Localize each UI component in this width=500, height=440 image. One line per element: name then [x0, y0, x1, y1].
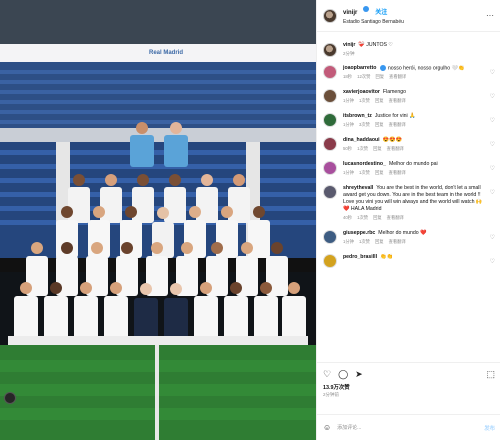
avatar[interactable]	[323, 89, 337, 104]
comment-likes[interactable]: 12次赞	[357, 74, 370, 79]
see-translation-button[interactable]: 查看翻译	[389, 170, 406, 175]
comment-username[interactable]: xavierjoaovitor	[343, 89, 380, 95]
comment-time: 1分钟	[343, 122, 354, 128]
avatar[interactable]	[323, 113, 337, 128]
comment-like-icon[interactable]: ♡	[490, 93, 495, 100]
comment-time: 1分钟	[343, 98, 354, 104]
comment-item: shreythevall You are the best in the worl…	[323, 185, 495, 221]
avatar[interactable]	[323, 8, 337, 23]
comment-like-icon[interactable]: ♡	[490, 141, 495, 148]
share-icon[interactable]: ➤	[355, 369, 363, 380]
avatar[interactable]	[323, 43, 337, 57]
comment-username[interactable]: pedro_brasilll	[343, 254, 377, 260]
avatar[interactable]	[323, 65, 337, 79]
comment-like-icon[interactable]: ♡	[490, 258, 495, 265]
avatar[interactable]	[323, 185, 337, 200]
comment-text: Melhor do mundo pai	[388, 161, 438, 168]
comment-time: 1分钟	[343, 239, 354, 245]
post-location[interactable]: Estadio Santiago Bernabéu	[343, 18, 404, 27]
comment-text: Justice for vini 🙏	[374, 113, 416, 120]
comment-text: 😍😍😍	[382, 137, 402, 144]
comment-time: 1分钟	[343, 170, 354, 176]
save-icon[interactable]: ⬚	[486, 369, 495, 380]
emoji-icon[interactable]: ☺	[323, 423, 331, 432]
comment-like-icon[interactable]: ♡	[490, 165, 495, 172]
comment-like-icon[interactable]: ♡	[490, 189, 495, 196]
caption-username[interactable]: vinijr	[343, 42, 355, 48]
reply-button[interactable]: 回复	[375, 170, 384, 175]
see-translation-button[interactable]: 查看翻译	[389, 74, 406, 79]
reply-button[interactable]: 回复	[375, 122, 384, 127]
comment-input[interactable]: 添加评论...	[337, 424, 361, 431]
see-translation-button[interactable]: 查看翻译	[389, 98, 406, 103]
see-translation-button[interactable]: 查看翻译	[387, 146, 404, 151]
comment-item: joaopbarretto nosso herói, nosso orgulho…	[323, 65, 495, 80]
see-translation-button[interactable]: 查看翻译	[387, 215, 404, 220]
comment-like-icon[interactable]: ♡	[490, 234, 495, 241]
reply-button[interactable]: 回复	[375, 98, 384, 103]
comment-text: 👏👏	[380, 254, 393, 261]
comment-likes[interactable]: 1次赞	[357, 146, 368, 151]
stadium-banner-text: Real Madrid	[148, 50, 183, 56]
post-actions: ♡ ◯ ➤ ⬚ 13.9万次赞 2分钟前	[317, 362, 500, 398]
comment-username[interactable]: giuseppe.rbc	[343, 230, 375, 236]
more-options-icon[interactable]: ···	[486, 11, 494, 20]
reply-button[interactable]: 回复	[375, 74, 384, 79]
comment-username[interactable]: joaopbarretto	[343, 65, 376, 71]
caption-time: 2分钟	[343, 51, 355, 56]
avatar[interactable]	[323, 254, 337, 269]
caption-text: ❤️‍🩹 JUNTOS ♡	[358, 42, 394, 48]
comment-item: xavierjoaovitor Flamengo 1分钟 1次赞 回复 查看翻译 ♡	[323, 89, 495, 104]
comment-like-icon[interactable]: ♡	[490, 117, 495, 124]
reply-button[interactable]: 回复	[373, 215, 382, 220]
see-translation-button[interactable]: 查看翻译	[389, 239, 406, 244]
reply-button[interactable]: 回复	[373, 146, 382, 151]
post-time: 2分钟前	[323, 392, 340, 397]
comment-likes[interactable]: 1次赞	[359, 98, 370, 103]
comment-username[interactable]: itsbrown_tz	[343, 113, 372, 119]
add-comment-bar: ☺ 添加评论... 发布	[317, 414, 500, 440]
comment-like-icon[interactable]: ♡	[490, 69, 495, 76]
avatar[interactable]	[323, 137, 337, 152]
comment-time: 40秒	[343, 215, 353, 221]
comment-item: giuseppe.rbc Melhor do mundo ❤️ 1分钟 1次赞 回复查…	[323, 230, 495, 245]
avatar[interactable]	[323, 161, 337, 176]
comment-likes[interactable]: 3次赞	[359, 122, 370, 127]
reply-button[interactable]: 回复	[375, 239, 384, 244]
comment-likes[interactable]: 1次赞	[357, 215, 368, 220]
comment-username[interactable]: shreythevall	[343, 185, 373, 191]
comments-list[interactable]: vinijr ❤️‍🩹 JUNTOS ♡ 2分钟 joaopbarretto no…	[317, 36, 500, 358]
avatar[interactable]	[323, 230, 337, 245]
comment-likes[interactable]: 1次赞	[359, 170, 370, 175]
post-header: vinijr 关注 Estadio Santiago Bernabéu ···	[317, 0, 500, 32]
comment-text: nosso herói, nosso orgulho 🤍👏	[387, 65, 465, 72]
comment-item: pedro_brasilll 👏👏 ♡	[323, 254, 495, 269]
comment-time: 50秒	[343, 146, 353, 152]
comment-time: 18秒	[343, 74, 353, 80]
comment-item: lucasnordestino_ Melhor do mundo pai 1分钟 1…	[323, 161, 495, 176]
post-caption: vinijr ❤️‍🩹 JUNTOS ♡ 2分钟	[323, 36, 495, 65]
post-author-username[interactable]: vinijr	[343, 10, 357, 16]
verified-badge-icon	[362, 6, 369, 13]
team-photo[interactable]: Real Madrid	[0, 0, 316, 440]
post-photo-panel: Real Madrid	[0, 0, 316, 440]
post-details-panel: vinijr 关注 Estadio Santiago Bernabéu ··· …	[316, 0, 500, 440]
comment-username[interactable]: dina_haddaoui	[343, 137, 380, 143]
follow-button[interactable]: 关注	[375, 10, 387, 16]
comment-text: Melhor do mundo ❤️	[378, 230, 427, 237]
post-comment-button[interactable]: 发布	[484, 424, 495, 432]
comment-text: Flamengo	[382, 89, 406, 96]
comment-likes[interactable]: 1次赞	[359, 239, 370, 244]
like-icon[interactable]: ♡	[323, 369, 331, 380]
see-translation-button[interactable]: 查看翻译	[389, 122, 406, 127]
comment-item: dina_haddaoui 😍😍😍 50秒 1次赞 回复 查看翻译 ♡	[323, 137, 495, 152]
comment-item: itsbrown_tz Justice for vini 🙏 1分钟 3次赞 回复 查看…	[323, 113, 495, 128]
like-count[interactable]: 13.9万次赞	[323, 383, 495, 391]
comment-username[interactable]: lucasnordestino_	[343, 161, 386, 167]
tag-indicator-icon[interactable]	[4, 392, 16, 404]
comment-icon[interactable]: ◯	[338, 369, 348, 380]
verified-badge-icon	[380, 65, 387, 71]
post-author-info: vinijr 关注 Estadio Santiago Bernabéu	[343, 5, 404, 27]
